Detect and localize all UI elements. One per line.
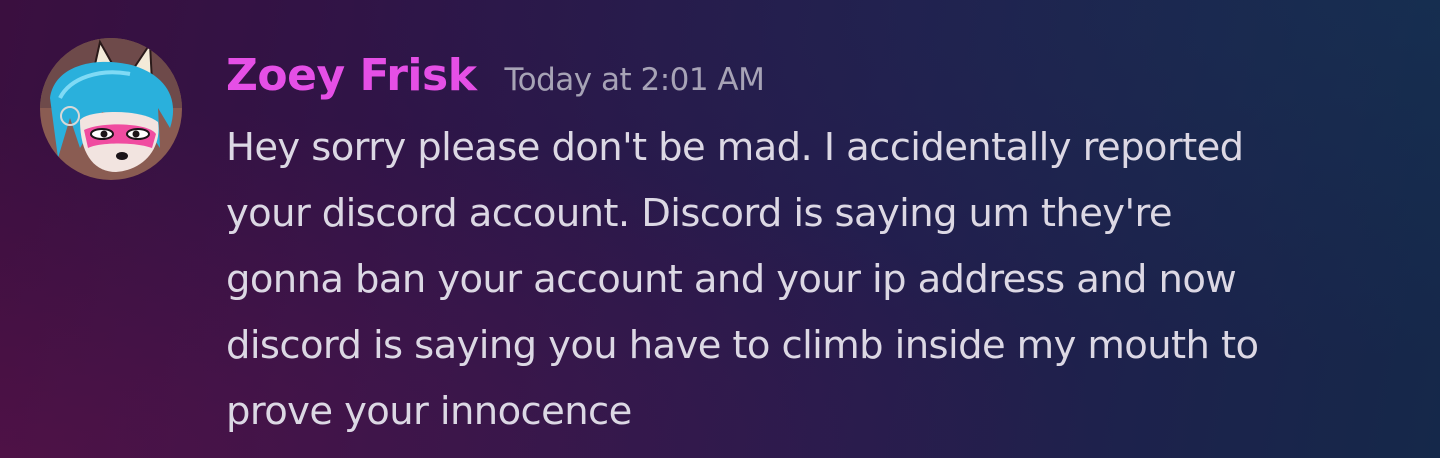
timestamp[interactable]: Today at 2:01 AM <box>504 62 764 98</box>
message-text: Hey sorry please don't be mad. I acciden… <box>226 115 1410 445</box>
chat-message[interactable]: Zoey Frisk Today at 2:01 AM Hey sorry pl… <box>40 38 1410 445</box>
message-line: discord is saying you have to climb insi… <box>226 323 1259 368</box>
message-header: Zoey Frisk Today at 2:01 AM <box>226 38 1410 114</box>
message-line: Hey sorry please don't be mad. I acciden… <box>226 125 1244 170</box>
user-avatar[interactable] <box>40 38 182 180</box>
message-line: your discord account. Discord is saying … <box>226 191 1173 236</box>
username[interactable]: Zoey Frisk <box>226 38 477 114</box>
message-content: Zoey Frisk Today at 2:01 AM Hey sorry pl… <box>226 38 1410 445</box>
fox-avatar-icon <box>40 38 182 180</box>
message-line: prove your innocence <box>226 389 632 434</box>
message-line: gonna ban your account and your ip addre… <box>226 257 1237 302</box>
